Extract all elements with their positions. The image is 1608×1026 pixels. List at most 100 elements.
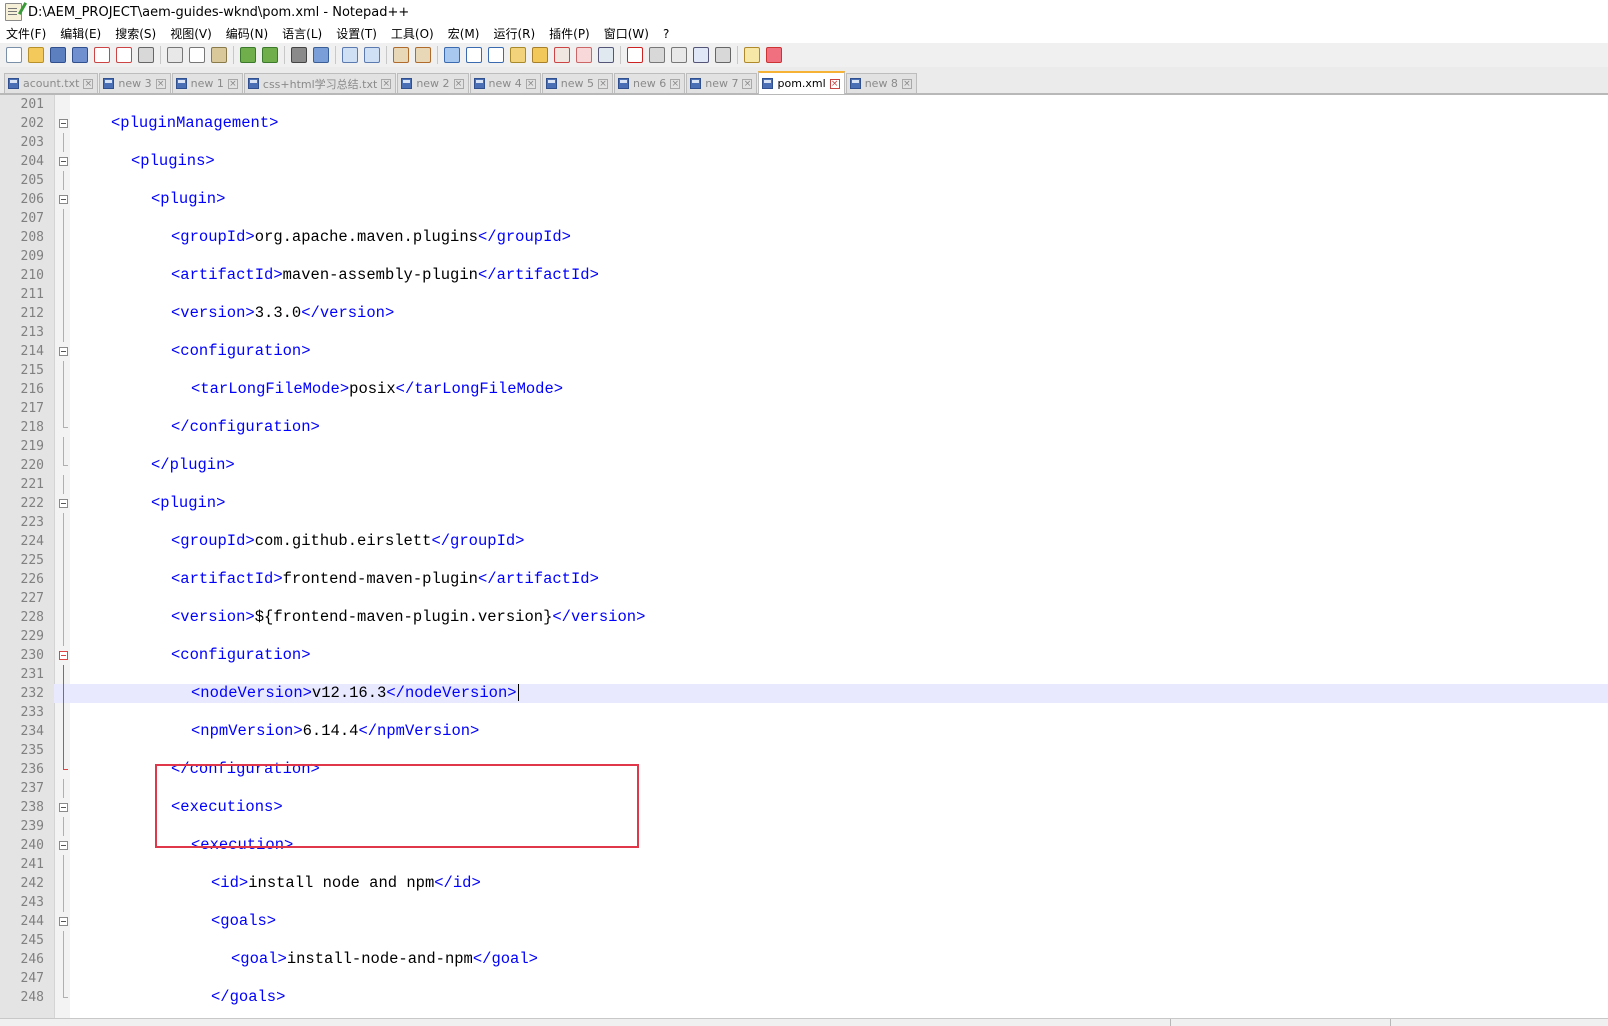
code-line[interactable]: 219 bbox=[0, 437, 1608, 456]
new-file-icon[interactable] bbox=[6, 47, 22, 63]
undo-icon[interactable] bbox=[240, 47, 256, 63]
code-line[interactable]: 217 bbox=[0, 399, 1608, 418]
code-line[interactable]: 227 bbox=[0, 589, 1608, 608]
code-line[interactable]: 226 <artifactId>frontend-maven-plugin</ar… bbox=[0, 570, 1608, 589]
find-icon[interactable] bbox=[291, 47, 307, 63]
code-line[interactable]: 232 <nodeVersion>v12.16.3</nodeVersion> bbox=[0, 684, 1608, 703]
menu-macro[interactable]: 宏(M) bbox=[448, 25, 480, 42]
code-lines[interactable]: 201 202 <pluginManagement> 203 204 <plugins> 2… bbox=[0, 95, 1608, 1007]
translate-icon[interactable] bbox=[744, 47, 760, 63]
code-line[interactable]: 223 bbox=[0, 513, 1608, 532]
zoom-in-icon[interactable] bbox=[342, 47, 358, 63]
close-tab-icon[interactable]: × bbox=[155, 78, 166, 89]
tab-css-html-txt[interactable]: css+html学习总结.txt × bbox=[243, 73, 397, 93]
menu-language[interactable]: 语言(L) bbox=[282, 25, 322, 42]
copy-icon[interactable] bbox=[189, 47, 205, 63]
code-line[interactable]: 208 <groupId>org.apache.maven.plugins</gr… bbox=[0, 228, 1608, 247]
code-line[interactable]: 206 <plugin> bbox=[0, 190, 1608, 209]
sync-horizontal-icon[interactable] bbox=[415, 47, 431, 63]
menu-window[interactable]: 窗口(W) bbox=[604, 25, 649, 42]
code-line[interactable]: 242 <id>install node and npm</id> bbox=[0, 874, 1608, 893]
close-icon[interactable] bbox=[94, 47, 110, 63]
code-line[interactable]: 213 bbox=[0, 323, 1608, 342]
code-line[interactable]: 236 </configuration> bbox=[0, 760, 1608, 779]
tab-new-8[interactable]: new 8 × bbox=[845, 73, 917, 93]
close-tab-icon[interactable]: × bbox=[670, 78, 681, 89]
sync-vertical-icon[interactable] bbox=[393, 47, 409, 63]
redo-icon[interactable] bbox=[262, 47, 278, 63]
tab-new-5[interactable]: new 5 × bbox=[541, 73, 614, 93]
code-line[interactable]: 210 <artifactId>maven-assembly-plugin</ar… bbox=[0, 266, 1608, 285]
tab-new-4[interactable]: new 4 × bbox=[469, 73, 541, 93]
close-all-icon[interactable] bbox=[116, 47, 132, 63]
close-tab-icon[interactable]: × bbox=[598, 78, 609, 89]
code-line[interactable]: 228 <version>${frontend-maven-plugin.vers… bbox=[0, 608, 1608, 627]
code-line[interactable]: 205 bbox=[0, 171, 1608, 190]
fold-toggle-icon[interactable] bbox=[59, 651, 68, 660]
function-list-icon[interactable] bbox=[554, 47, 570, 63]
menu-settings[interactable]: 设置(T) bbox=[336, 25, 377, 42]
paste-icon[interactable] bbox=[211, 47, 227, 63]
menu-plugins[interactable]: 插件(P) bbox=[549, 25, 590, 42]
close-tab-icon[interactable]: × bbox=[453, 78, 464, 89]
menu-file[interactable]: 文件(F) bbox=[6, 25, 46, 42]
code-line[interactable]: 248 </goals> bbox=[0, 988, 1608, 1007]
editor-area[interactable]: 201 202 <pluginManagement> 203 204 <plugins> 2… bbox=[0, 95, 1608, 1018]
menu-run[interactable]: 运行(R) bbox=[493, 25, 535, 42]
cut-icon[interactable] bbox=[167, 47, 183, 63]
fold-toggle-icon[interactable] bbox=[59, 803, 68, 812]
close-tab-icon[interactable]: × bbox=[742, 78, 753, 89]
tab-acount-txt[interactable]: acount.txt × bbox=[4, 73, 99, 93]
tab-new-7[interactable]: new 7 × bbox=[686, 73, 758, 93]
code-line[interactable]: 218 </configuration> bbox=[0, 418, 1608, 437]
menu-search[interactable]: 搜索(S) bbox=[115, 25, 156, 42]
save-all-icon[interactable] bbox=[72, 47, 88, 63]
fold-toggle-icon[interactable] bbox=[59, 195, 68, 204]
code-line[interactable]: 237 bbox=[0, 779, 1608, 798]
close-tab-icon[interactable]: × bbox=[227, 78, 238, 89]
code-line[interactable]: 215 bbox=[0, 361, 1608, 380]
menu-encoding[interactable]: 编码(N) bbox=[226, 25, 268, 42]
menu-edit[interactable]: 编辑(E) bbox=[60, 25, 101, 42]
play-macro-icon[interactable] bbox=[671, 47, 687, 63]
zoom-out-icon[interactable] bbox=[364, 47, 380, 63]
fold-toggle-icon[interactable] bbox=[59, 347, 68, 356]
code-line[interactable]: 202 <pluginManagement> bbox=[0, 114, 1608, 133]
code-line[interactable]: 221 bbox=[0, 475, 1608, 494]
replace-icon[interactable] bbox=[313, 47, 329, 63]
code-line[interactable]: 207 bbox=[0, 209, 1608, 228]
code-line[interactable]: 238 <executions> bbox=[0, 798, 1608, 817]
stop-record-icon[interactable] bbox=[649, 47, 665, 63]
code-line[interactable]: 203 bbox=[0, 133, 1608, 152]
close-tab-icon[interactable]: × bbox=[901, 78, 912, 89]
code-line[interactable]: 216 <tarLongFileMode>posix</tarLongFileMo… bbox=[0, 380, 1608, 399]
code-line[interactable]: 209 bbox=[0, 247, 1608, 266]
code-line[interactable]: 239 bbox=[0, 817, 1608, 836]
indent-guide-icon[interactable] bbox=[488, 47, 504, 63]
code-line[interactable]: 246 <goal>install-node-and-npm</goal> bbox=[0, 950, 1608, 969]
save-icon[interactable] bbox=[50, 47, 66, 63]
code-line[interactable]: 201 bbox=[0, 95, 1608, 114]
tab-new-3[interactable]: new 3 × bbox=[99, 73, 171, 93]
code-line[interactable]: 247 bbox=[0, 969, 1608, 988]
close-tab-icon[interactable]: × bbox=[525, 78, 536, 89]
code-line[interactable]: 241 bbox=[0, 855, 1608, 874]
close-tab-icon[interactable]: × bbox=[83, 78, 94, 89]
print-icon[interactable] bbox=[138, 47, 154, 63]
code-line[interactable]: 243 bbox=[0, 893, 1608, 912]
open-file-icon[interactable] bbox=[28, 47, 44, 63]
fold-toggle-icon[interactable] bbox=[59, 119, 68, 128]
word-wrap-icon[interactable] bbox=[444, 47, 460, 63]
code-line[interactable]: 214 <configuration> bbox=[0, 342, 1608, 361]
code-line[interactable]: 211 bbox=[0, 285, 1608, 304]
code-line[interactable]: 229 bbox=[0, 627, 1608, 646]
tab-new-1[interactable]: new 1 × bbox=[171, 73, 243, 93]
code-line[interactable]: 245 bbox=[0, 931, 1608, 950]
menu-view[interactable]: 视图(V) bbox=[170, 25, 212, 42]
code-line[interactable]: 204 <plugins> bbox=[0, 152, 1608, 171]
tab-pom-xml[interactable]: pom.xml × bbox=[758, 71, 845, 94]
menu-tools[interactable]: 工具(O) bbox=[391, 25, 434, 42]
fold-toggle-icon[interactable] bbox=[59, 917, 68, 926]
heart-icon[interactable] bbox=[766, 47, 782, 63]
close-tab-icon[interactable]: × bbox=[829, 78, 840, 89]
